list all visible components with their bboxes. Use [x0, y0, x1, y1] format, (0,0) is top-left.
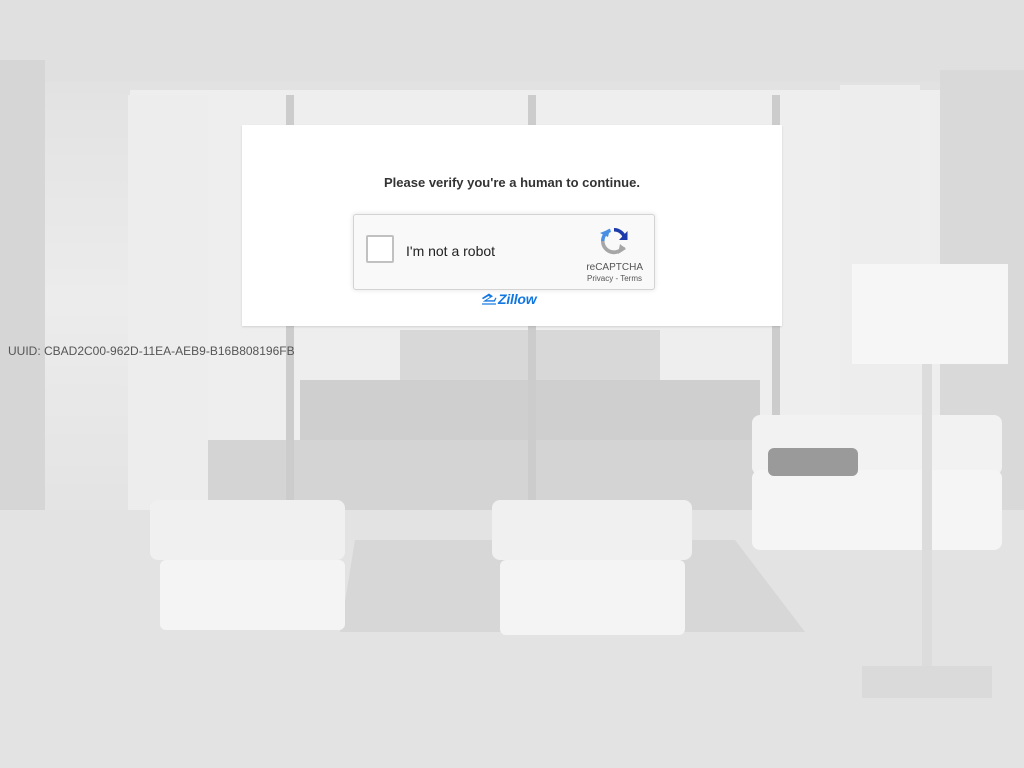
recaptcha-logo-icon [600, 228, 628, 255]
recaptcha-checkbox[interactable] [366, 235, 394, 263]
recaptcha-brand-label: reCAPTCHA [586, 262, 643, 273]
recaptcha-links: Privacy - Terms [587, 274, 642, 283]
terms-link[interactable]: Terms [620, 274, 642, 283]
zillow-wordmark: Zillow [498, 291, 537, 307]
zillow-z-icon [482, 293, 497, 305]
verification-card: Please verify you're a human to continue… [242, 125, 782, 326]
background-photo [0, 0, 1024, 768]
recaptcha-widget: I'm not a robot reCAPTCHA Privacy - Term… [353, 214, 655, 290]
zillow-logo: Zillow [481, 291, 537, 307]
privacy-link[interactable]: Privacy [587, 274, 613, 283]
recaptcha-checkbox-label[interactable]: I'm not a robot [406, 243, 495, 259]
uuid-text: UUID: CBAD2C00-962D-11EA-AEB9-B16B808196… [8, 344, 295, 358]
verification-prompt: Please verify you're a human to continue… [384, 175, 640, 190]
living-room-scene [0, 0, 1024, 768]
